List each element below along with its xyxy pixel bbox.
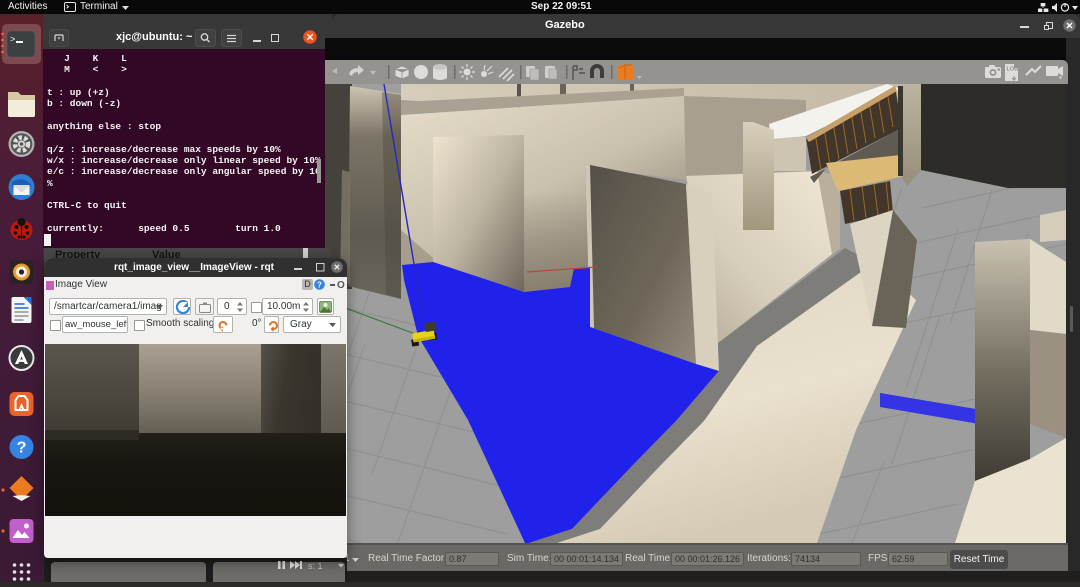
svg-text:s: 1: s: 1	[308, 561, 323, 571]
svg-text:LOG: LOG	[1007, 67, 1019, 73]
svg-text:?: ?	[17, 440, 27, 457]
svg-text:?: ?	[317, 280, 322, 289]
svg-text:>: >	[10, 35, 15, 45]
